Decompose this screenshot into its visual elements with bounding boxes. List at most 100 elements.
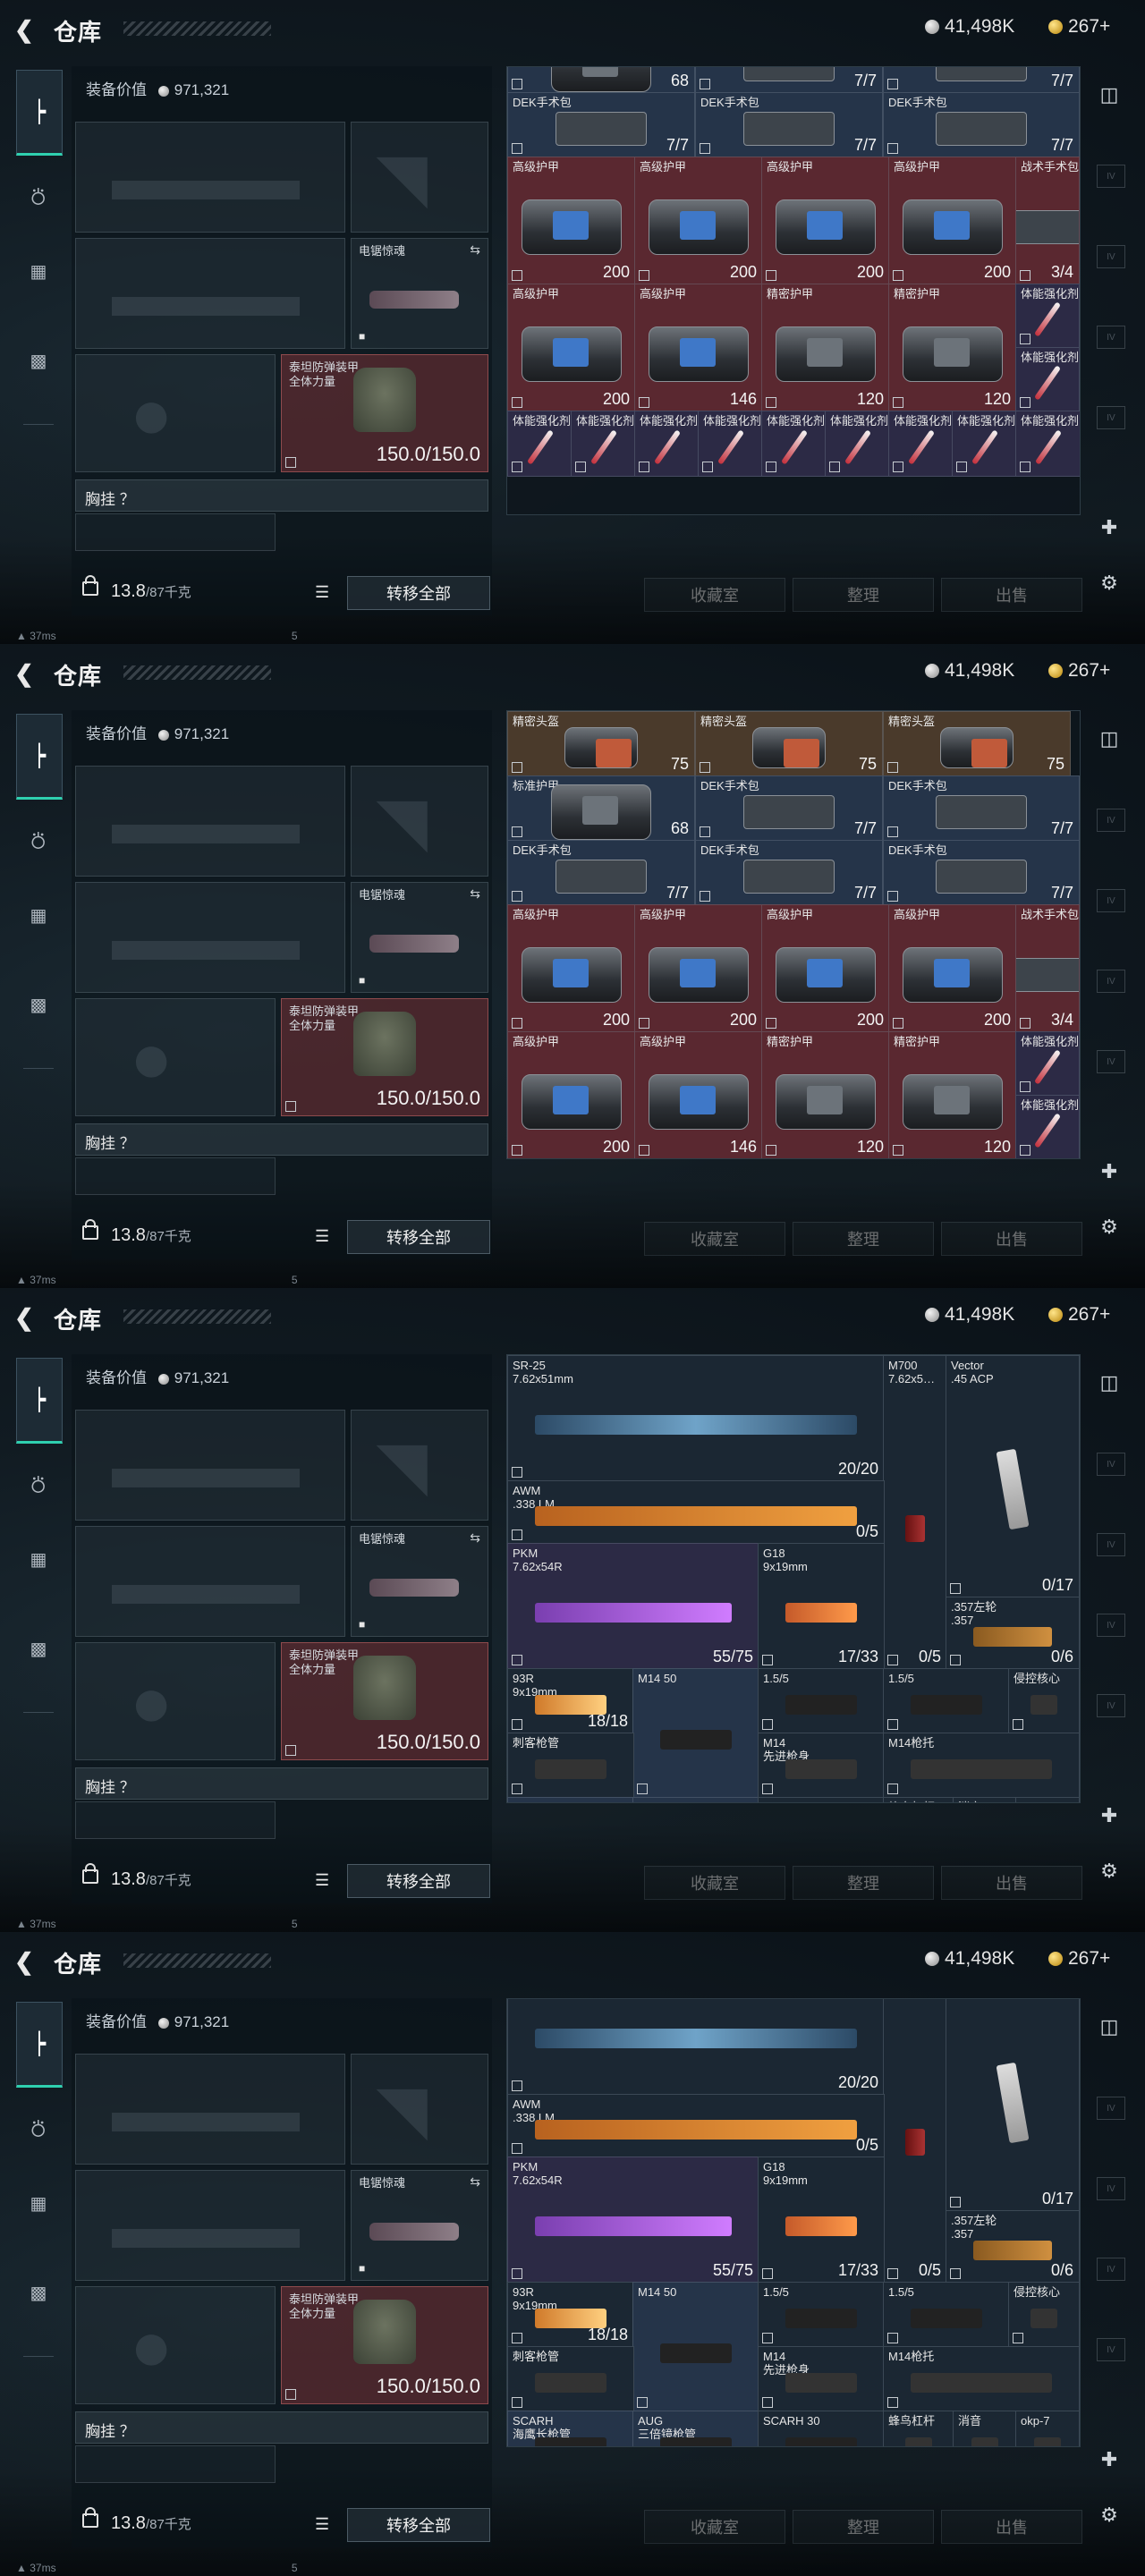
inventory-item[interactable]: DEK手术包 7/7	[695, 92, 883, 158]
pistol-slot[interactable]: ◥	[351, 1410, 488, 1521]
inventory-item[interactable]: 高级护甲 200	[888, 157, 1017, 285]
weapon-item[interactable]: 消音	[953, 2411, 1017, 2446]
rail-weapon-icon[interactable]: ┝	[16, 714, 63, 800]
inventory-item[interactable]: 高级护甲 146	[634, 284, 763, 412]
vest-slot[interactable]: 泰坦防弹装甲 全体力量 150.0/150.0	[281, 354, 488, 472]
rail-weapon-icon[interactable]: ┝	[16, 1358, 63, 1444]
weapon-item[interactable]: .357左轮 .357 0/6	[946, 2210, 1080, 2284]
inventory-item[interactable]: 战术手术包 3/4	[1015, 157, 1080, 285]
vest-slot[interactable]: 泰坦防弹装甲 全体力量 150.0/150.0	[281, 2286, 488, 2404]
inventory-item[interactable]: 高级护甲 200	[761, 157, 890, 285]
silver-balance[interactable]: 41,498K	[925, 1304, 1014, 1326]
primary-weapon-slot[interactable]: ▬▬▬	[75, 122, 345, 233]
storage-page-tab[interactable]: IV	[1097, 1533, 1125, 1556]
inventory-item[interactable]: 体能强化剂	[1015, 1031, 1080, 1097]
rail-backpack-icon[interactable]: ▩	[18, 2272, 59, 2313]
rail-armor-icon[interactable]: ⛣	[18, 1463, 59, 1504]
sell-button[interactable]: 出售	[941, 2510, 1082, 2544]
storage-page-tab[interactable]: IV	[1097, 1453, 1125, 1476]
storage-page-tab[interactable]: IV	[1097, 1694, 1125, 1717]
list-icon[interactable]: ☰	[315, 1227, 333, 1245]
weapon-item[interactable]: 侵控核心	[1008, 1668, 1080, 1734]
weapon-item[interactable]: 1.5/5	[883, 2282, 1010, 2348]
list-icon[interactable]: ☰	[315, 1871, 333, 1889]
collection-button[interactable]: 收藏室	[644, 2510, 785, 2544]
sell-button[interactable]: 出售	[941, 1222, 1082, 1256]
sort-button[interactable]: 整理	[793, 578, 934, 612]
weapon-item[interactable]: AWM .338 LM 0/5	[507, 2094, 885, 2158]
storage-page-tab[interactable]: IV	[1097, 2097, 1125, 2120]
inventory-item[interactable]: 体能强化剂	[507, 411, 572, 477]
weapon-item[interactable]: SCARH 海鹰长枪管	[507, 1797, 634, 1802]
weapon-item[interactable]: AUG 三倍镜枪管	[632, 1797, 759, 1802]
sell-button[interactable]: 出售	[941, 1866, 1082, 1900]
storage-page-tab[interactable]: IV	[1097, 326, 1125, 349]
add-storage-icon[interactable]: ✚	[1093, 1800, 1125, 1832]
inventory-item[interactable]: DEK手术包 7/7	[507, 840, 695, 906]
inventory-item[interactable]: DEK手术包 7/7	[883, 92, 1080, 158]
settings-gear-icon[interactable]: ⚙	[1093, 1211, 1125, 1243]
gold-balance[interactable]: 267+	[1048, 1948, 1110, 1970]
weapon-item[interactable]: 刺客枪管	[507, 2346, 634, 2412]
rail-armor-icon[interactable]: ⛣	[18, 175, 59, 216]
inventory-item[interactable]: 体能强化剂	[571, 411, 636, 477]
helmet-slot[interactable]: ●	[75, 1642, 276, 1760]
vest-slot[interactable]: 泰坦防弹装甲 全体力量 150.0/150.0	[281, 1642, 488, 1760]
melee-slot[interactable]: 电锯惊魂 ⇆ ■	[351, 2170, 488, 2281]
weapon-item[interactable]: G18 9x19mm 17/33	[758, 1543, 885, 1670]
inventory-item[interactable]: 体能强化剂	[634, 411, 700, 477]
inventory-item[interactable]: 体能强化剂	[952, 1158, 1017, 1159]
weapon-item[interactable]: M700 7.62x5… 0/5	[883, 1355, 947, 1670]
weapon-item[interactable]: 1.5/5	[758, 1668, 885, 1734]
settings-gear-icon[interactable]: ⚙	[1093, 2499, 1125, 2531]
weapon-item[interactable]: AUG 三倍镜枪管	[632, 2411, 759, 2446]
back-arrow-icon[interactable]: ❮	[14, 662, 38, 685]
inventory-item[interactable]: 战术手术包 3/4	[1015, 904, 1080, 1033]
rail-backpack-icon[interactable]: ▩	[18, 340, 59, 381]
settings-gear-icon[interactable]: ⚙	[1093, 567, 1125, 599]
inventory-item[interactable]: 精密头盔 75	[695, 711, 883, 777]
sort-button[interactable]: 整理	[793, 1866, 934, 1900]
inventory-item[interactable]: 高级护甲 200	[888, 904, 1017, 1033]
inventory-item[interactable]: 体能强化剂	[1015, 1158, 1081, 1159]
primary-weapon-slot[interactable]: ▬▬▬	[75, 1410, 345, 1521]
weapon-item[interactable]: 蜂鸟杠杆	[883, 1797, 954, 1802]
settings-gear-icon[interactable]: ⚙	[1093, 1855, 1125, 1887]
storage-icon[interactable]: ◫	[1093, 79, 1125, 111]
helmet-slot[interactable]: ●	[75, 2286, 276, 2404]
transfer-all-button[interactable]: 转移全部	[347, 1220, 490, 1254]
collection-button[interactable]: 收藏室	[644, 1866, 785, 1900]
back-arrow-icon[interactable]: ❮	[14, 18, 38, 41]
inventory-item[interactable]: 标准护甲 68	[507, 67, 695, 94]
weapon-item[interactable]: 刺客枪管	[507, 1733, 634, 1799]
inventory-item[interactable]: 体能强化剂	[507, 1158, 572, 1159]
inventory-item[interactable]: DEK手术包 7/7	[695, 840, 883, 906]
list-icon[interactable]: ☰	[315, 2515, 333, 2533]
storage-page-tab[interactable]: IV	[1097, 889, 1125, 912]
gold-balance[interactable]: 267+	[1048, 1304, 1110, 1326]
helmet-slot[interactable]: ●	[75, 354, 276, 472]
pistol-slot[interactable]: ◥	[351, 766, 488, 877]
weapon-item[interactable]: .357左轮 .357 0/6	[946, 1597, 1080, 1670]
weapon-item[interactable]: M14 50	[632, 2282, 759, 2412]
secondary-weapon-slot[interactable]: ▬▬▬	[75, 1526, 345, 1637]
weapon-item[interactable]: 消音	[953, 1797, 1017, 1802]
inventory-item[interactable]: DEK手术包 7/7	[695, 775, 883, 842]
weapon-item[interactable]: M14 50	[632, 1668, 759, 1799]
helmet-slot[interactable]: ●	[75, 998, 276, 1116]
inventory-item[interactable]: 体能强化剂	[761, 411, 827, 477]
secondary-weapon-slot[interactable]: ▬▬▬	[75, 238, 345, 349]
weapon-item[interactable]: 1.5/5	[883, 1668, 1010, 1734]
chest-rig-slot[interactable]: 胸挂 ？	[75, 1767, 488, 1800]
vest-slot[interactable]: 泰坦防弹装甲 全体力量 150.0/150.0	[281, 998, 488, 1116]
inventory-item[interactable]: 体能强化剂	[888, 1158, 954, 1159]
inventory-item[interactable]: 高级护甲 200	[507, 904, 636, 1033]
inventory-item[interactable]: DEK手术包 7/7	[695, 67, 883, 94]
weapon-item[interactable]: 93R 9x19mm 18/18	[507, 1668, 634, 1734]
rail-vest-icon[interactable]: ▦	[18, 250, 59, 292]
weapon-item[interactable]: M14枪托	[883, 2346, 1080, 2412]
inventory-item[interactable]: 高级护甲 200	[507, 1031, 636, 1158]
inventory-item[interactable]: 精密护甲 120	[761, 1031, 890, 1158]
weapon-item[interactable]: Vector .45 ACP 0/17	[946, 1999, 1080, 2212]
storage-page-tab[interactable]: IV	[1097, 245, 1125, 268]
